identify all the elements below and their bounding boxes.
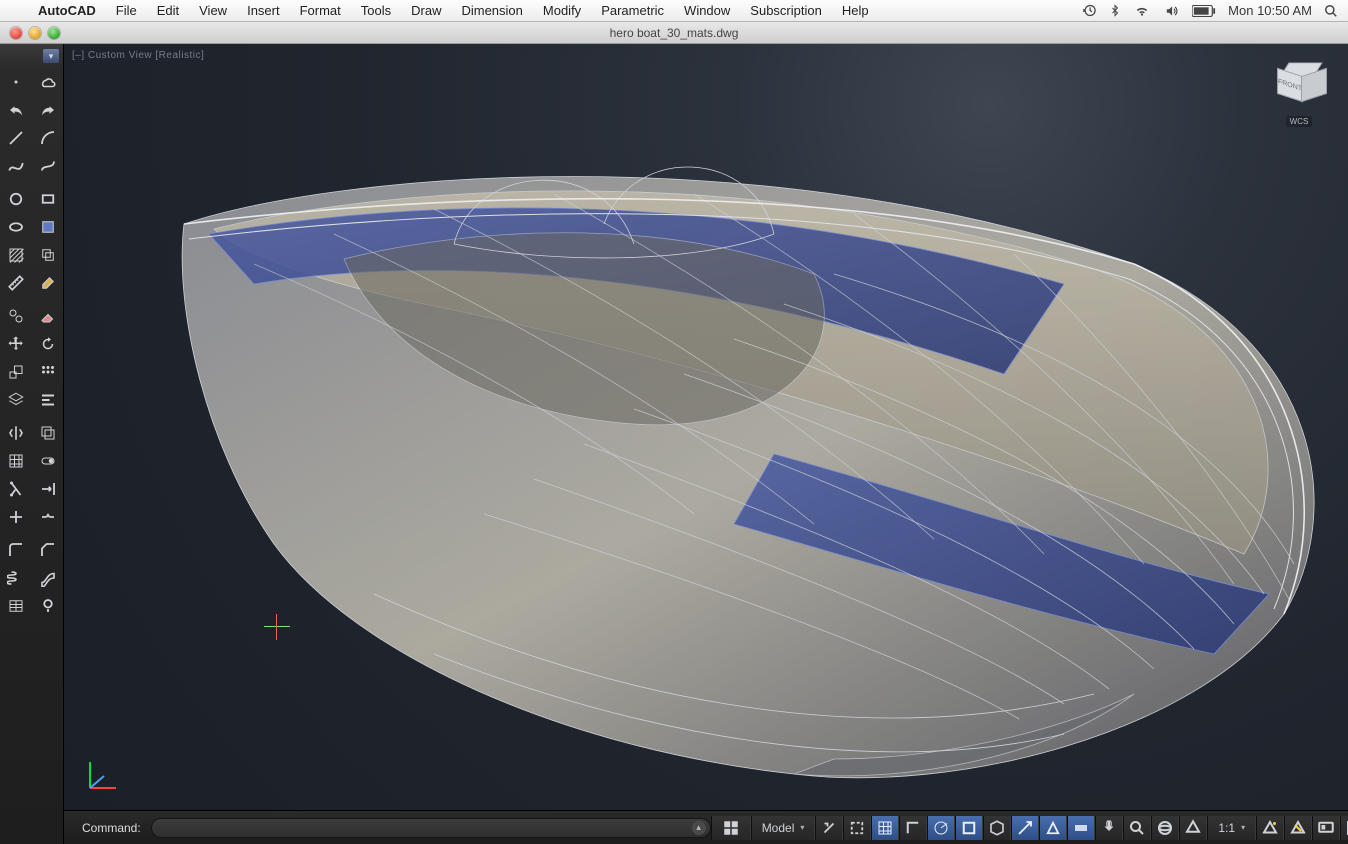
tool-trim[interactable]: [0, 475, 32, 503]
tool-sweep[interactable]: [32, 564, 64, 592]
annotation-visibility-button[interactable]: [1256, 816, 1284, 840]
tool-query[interactable]: [32, 592, 64, 620]
status-toggle-dynamic-ucs[interactable]: [1039, 816, 1067, 840]
drawing-viewport[interactable]: [–] Custom View [Realistic] FRONT WCS: [64, 44, 1348, 810]
status-toggle-object-snap-tracking[interactable]: [1011, 816, 1039, 840]
menu-subscription[interactable]: Subscription: [740, 0, 832, 22]
tool-curve[interactable]: [32, 152, 64, 180]
tool-rotate[interactable]: [32, 330, 64, 358]
menu-file[interactable]: File: [106, 0, 147, 22]
zoom-button[interactable]: [1123, 816, 1151, 840]
tool-redo[interactable]: [32, 96, 64, 124]
tool-grid-tool[interactable]: [0, 447, 32, 475]
command-label: Command:: [64, 821, 151, 835]
status-toggle-grid-display[interactable]: [871, 816, 899, 840]
menu-edit[interactable]: Edit: [147, 0, 189, 22]
menu-dimension[interactable]: Dimension: [451, 0, 532, 22]
status-toggle-3d-osnap[interactable]: [983, 816, 1011, 840]
tool-align[interactable]: [32, 386, 64, 414]
menu-format[interactable]: Format: [290, 0, 351, 22]
tool-point[interactable]: [0, 68, 32, 96]
viewcube-wcs-label[interactable]: WCS: [1286, 116, 1313, 127]
clean-screen-button[interactable]: [1340, 816, 1348, 840]
model-boat-wireframe: [134, 94, 1334, 810]
tool-hatch[interactable]: [0, 241, 32, 269]
tool-helix[interactable]: [0, 564, 32, 592]
tool-region[interactable]: [32, 213, 64, 241]
tool-array[interactable]: [32, 358, 64, 386]
annotation-autoscale-button[interactable]: [1284, 816, 1312, 840]
menu-help[interactable]: Help: [832, 0, 879, 22]
tool-spline[interactable]: [0, 152, 32, 180]
tool-paint[interactable]: [32, 269, 64, 297]
workspace-switching-button[interactable]: [1312, 816, 1340, 840]
tool-layer[interactable]: [0, 386, 32, 414]
tool-palette-header[interactable]: ▾: [0, 44, 63, 68]
tool-copy[interactable]: [32, 241, 64, 269]
status-toggle-ortho-mode[interactable]: [899, 816, 927, 840]
status-toggle-infer-constraints[interactable]: [815, 816, 843, 840]
battery-icon[interactable]: [1192, 5, 1216, 17]
status-toggle-polar-tracking[interactable]: [927, 816, 955, 840]
volume-icon[interactable]: [1163, 4, 1180, 18]
tool-line[interactable]: [0, 124, 32, 152]
menu-tools[interactable]: Tools: [351, 0, 401, 22]
viewcube[interactable]: FRONT: [1275, 58, 1323, 106]
pan-button[interactable]: [1095, 816, 1123, 840]
ucs-icon[interactable]: [82, 756, 122, 796]
tool-toggle[interactable]: [32, 447, 64, 475]
command-input[interactable]: ▴: [151, 818, 711, 838]
tool-join[interactable]: [0, 503, 32, 531]
menu-insert[interactable]: Insert: [237, 0, 290, 22]
tool-table[interactable]: [0, 592, 32, 620]
crosshair-cursor: [264, 614, 290, 640]
bluetooth-icon[interactable]: [1109, 3, 1121, 18]
menu-view[interactable]: View: [189, 0, 237, 22]
viewport-label[interactable]: [–] Custom View [Realistic]: [72, 50, 204, 61]
document-titlebar: hero boat_30_mats.dwg: [0, 22, 1348, 44]
menubar-clock[interactable]: Mon 10:50 AM: [1228, 3, 1312, 18]
orbit-button[interactable]: [1151, 816, 1179, 840]
menu-modify[interactable]: Modify: [533, 0, 591, 22]
tool-offset[interactable]: [32, 419, 64, 447]
tool-undo[interactable]: [0, 96, 32, 124]
quick-view-button[interactable]: [711, 816, 751, 840]
tool-chamfer[interactable]: [32, 536, 64, 564]
wifi-icon[interactable]: [1133, 4, 1151, 18]
menu-draw[interactable]: Draw: [401, 0, 451, 22]
tool-mirror[interactable]: [0, 419, 32, 447]
model-space-button[interactable]: Model▾: [751, 816, 816, 840]
tool-erase[interactable]: [32, 302, 64, 330]
status-toggle-object-snap[interactable]: [955, 816, 983, 840]
app-menu[interactable]: AutoCAD: [28, 0, 106, 22]
tool-group[interactable]: [0, 302, 32, 330]
tool-move[interactable]: [0, 330, 32, 358]
command-history-button[interactable]: ▴: [692, 821, 706, 835]
time-machine-icon[interactable]: [1082, 3, 1097, 18]
tool-revcloud[interactable]: [32, 68, 64, 96]
tool-break[interactable]: [32, 503, 64, 531]
status-toggle-dynamic-input[interactable]: [1067, 816, 1095, 840]
tool-extend[interactable]: [32, 475, 64, 503]
menu-window[interactable]: Window: [674, 0, 740, 22]
spotlight-icon[interactable]: [1324, 4, 1338, 18]
tool-palette: ▾: [0, 44, 64, 844]
annotation-scale-icon[interactable]: [1179, 816, 1207, 840]
tool-ellipse[interactable]: [0, 213, 32, 241]
tool-rectangle[interactable]: [32, 185, 64, 213]
tool-measure[interactable]: [0, 269, 32, 297]
macos-menubar: AutoCAD File Edit View Insert Format Too…: [0, 0, 1348, 22]
tool-arc[interactable]: [32, 124, 64, 152]
tool-scale[interactable]: [0, 358, 32, 386]
annotation-scale-button[interactable]: 1:1▾: [1207, 816, 1256, 840]
status-toggle-snap-mode[interactable]: [843, 816, 871, 840]
menu-parametric[interactable]: Parametric: [591, 0, 674, 22]
status-bar: Command: ▴ Model▾ 1:1▾: [64, 810, 1348, 844]
tool-circle[interactable]: [0, 185, 32, 213]
document-title: hero boat_30_mats.dwg: [0, 26, 1348, 40]
tool-fillet[interactable]: [0, 536, 32, 564]
